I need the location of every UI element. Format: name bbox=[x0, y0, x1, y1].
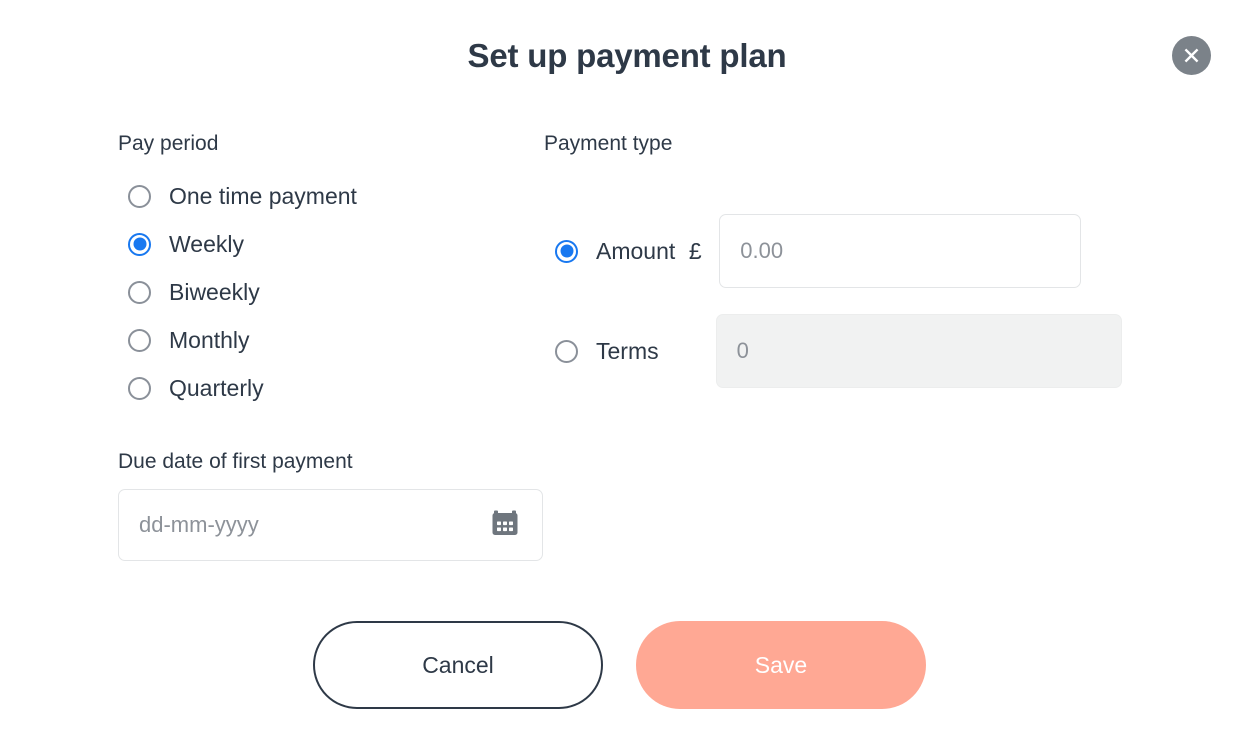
payment-type-heading: Payment type bbox=[544, 132, 673, 155]
radio-label: Monthly bbox=[169, 327, 250, 353]
payment-type-terms-row: Terms bbox=[544, 314, 1144, 388]
pay-period-radio-group: One time payment Weekly Biweekly Monthly… bbox=[118, 172, 518, 412]
due-date-label: Due date of first payment bbox=[118, 450, 353, 473]
terms-input bbox=[715, 314, 1122, 388]
due-date-section: Due date of first payment bbox=[118, 448, 543, 561]
radio-circle-icon[interactable] bbox=[128, 280, 151, 304]
close-circle-icon bbox=[1181, 45, 1202, 66]
radio-quarterly[interactable]: Quarterly bbox=[118, 364, 518, 412]
radio-biweekly[interactable]: Biweekly bbox=[118, 268, 518, 316]
pay-period-section: Pay period One time payment Weekly Biwee… bbox=[118, 130, 518, 412]
due-date-input[interactable] bbox=[118, 489, 543, 561]
close-button[interactable] bbox=[1172, 36, 1211, 75]
radio-monthly[interactable]: Monthly bbox=[118, 316, 518, 364]
save-button[interactable]: Save bbox=[636, 621, 926, 709]
due-date-field bbox=[118, 489, 543, 561]
amount-label: Amount bbox=[596, 238, 676, 264]
radio-label: One time payment bbox=[169, 183, 357, 209]
currency-symbol: £ bbox=[688, 238, 702, 264]
radio-circle-icon[interactable] bbox=[128, 184, 151, 208]
radio-weekly[interactable]: Weekly bbox=[118, 220, 518, 268]
radio-terms[interactable] bbox=[555, 339, 578, 363]
footer-actions: Cancel Save bbox=[313, 621, 926, 709]
radio-amount[interactable] bbox=[555, 239, 578, 263]
radio-label: Biweekly bbox=[169, 279, 260, 305]
amount-input[interactable] bbox=[719, 214, 1082, 288]
terms-label: Terms bbox=[596, 338, 659, 364]
radio-circle-icon[interactable] bbox=[128, 376, 151, 400]
payment-type-section: Payment type Amount £ Terms bbox=[544, 130, 1144, 388]
radio-circle-selected-icon[interactable] bbox=[128, 232, 151, 256]
cancel-button[interactable]: Cancel bbox=[313, 621, 603, 709]
radio-label: Weekly bbox=[169, 231, 244, 257]
page-title: Set up payment plan bbox=[467, 37, 787, 74]
pay-period-heading: Pay period bbox=[118, 132, 219, 155]
radio-one-time-payment[interactable]: One time payment bbox=[118, 172, 518, 220]
payment-type-amount-row: Amount £ bbox=[544, 214, 1144, 288]
radio-circle-icon[interactable] bbox=[128, 328, 151, 352]
radio-label: Quarterly bbox=[169, 375, 264, 401]
